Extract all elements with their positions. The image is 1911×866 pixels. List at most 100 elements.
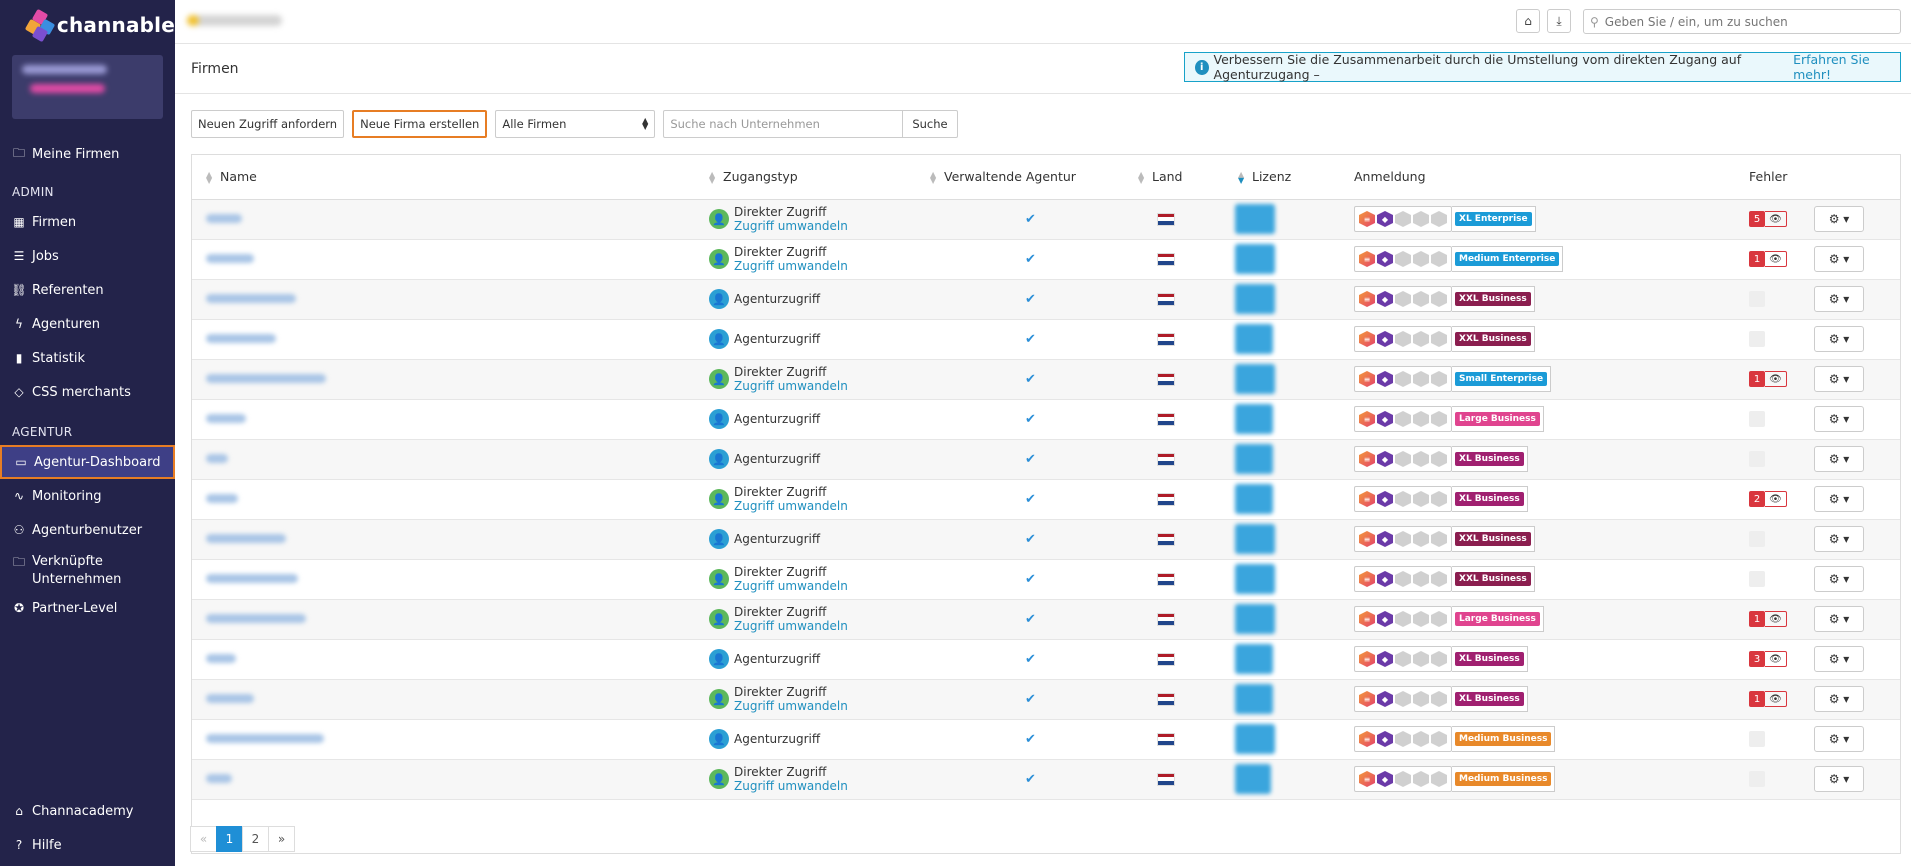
login-app-icons[interactable]: ≡ ◆	[1354, 526, 1452, 552]
login-app-icons[interactable]: ≡ ◆	[1354, 766, 1452, 792]
login-app-icons[interactable]: ≡ ◆	[1354, 326, 1452, 352]
pagination-page[interactable]: 2	[242, 826, 269, 852]
sidebar-item-partner-level[interactable]: ✪ Partner-Level	[0, 591, 175, 625]
error-count[interactable]: 3	[1749, 651, 1765, 667]
login-app-icons[interactable]: ≡ ◆	[1354, 366, 1452, 392]
home-button[interactable]: ⌂	[1516, 9, 1540, 33]
view-errors-eye-icon[interactable]: 👁	[1765, 251, 1787, 267]
sidebar-item-hilfe[interactable]: ? Hilfe	[0, 828, 175, 862]
error-count[interactable]: 1	[1749, 371, 1765, 387]
row-settings-button[interactable]: ⚙ ▾	[1814, 646, 1864, 672]
new-company-button[interactable]: Neue Firma erstellen	[352, 110, 488, 138]
sidebar-item-firmen[interactable]: ▦ Firmen	[0, 205, 175, 239]
view-errors-eye-icon[interactable]: 👁	[1765, 651, 1787, 667]
row-settings-button[interactable]: ⚙ ▾	[1814, 526, 1864, 552]
pagination-prev[interactable]: «	[190, 826, 217, 852]
company-name-link[interactable]	[206, 534, 286, 543]
error-count[interactable]: 5	[1749, 211, 1765, 227]
company-name-link[interactable]	[206, 454, 228, 463]
row-settings-button[interactable]: ⚙ ▾	[1814, 286, 1864, 312]
login-app-icons[interactable]: ≡ ◆	[1354, 646, 1452, 672]
row-settings-button[interactable]: ⚙ ▾	[1814, 246, 1864, 272]
sidebar-item-css-merchants[interactable]: ◇ CSS merchants	[0, 375, 175, 409]
row-settings-button[interactable]: ⚙ ▾	[1814, 446, 1864, 472]
login-app-icons[interactable]: ≡ ◆	[1354, 246, 1452, 272]
sidebar-item-agenturbenutzer[interactable]: ⚇ Agenturbenutzer	[0, 513, 175, 547]
banner-learn-more-link[interactable]: Erfahren Sie mehr!	[1793, 52, 1900, 82]
error-count[interactable]: 1	[1749, 251, 1765, 267]
error-count[interactable]: 1	[1749, 611, 1765, 627]
company-name-link[interactable]	[206, 374, 326, 383]
convert-access-link[interactable]: Zugriff umwandeln	[734, 259, 848, 273]
logo[interactable]: channable	[0, 0, 175, 50]
company-name-link[interactable]	[206, 614, 306, 623]
sidebar-item-monitoring[interactable]: ∿ Monitoring	[0, 479, 175, 513]
login-app-icons[interactable]: ≡ ◆	[1354, 686, 1452, 712]
view-errors-eye-icon[interactable]: 👁	[1765, 371, 1787, 387]
row-settings-button[interactable]: ⚙ ▾	[1814, 686, 1864, 712]
login-app-icons[interactable]: ≡ ◆	[1354, 206, 1452, 232]
company-filter-select[interactable]: Alle Firmen ▲ ▼	[495, 110, 656, 138]
sidebar-item-verknüpfte-unternehmen[interactable]: 🗀 Verknüpfte Unternehmen	[0, 547, 175, 591]
sidebar-item-agentur-dashboard[interactable]: ▭ Agentur-Dashboard	[0, 445, 175, 479]
pagination-next[interactable]: »	[268, 826, 295, 852]
company-name-link[interactable]	[206, 734, 324, 743]
request-access-button[interactable]: Neuen Zugriff anfordern	[191, 110, 345, 138]
sidebar-item-agenturen[interactable]: ϟ Agenturen	[0, 307, 175, 341]
error-count[interactable]: 2	[1749, 491, 1765, 507]
convert-access-link[interactable]: Zugriff umwandeln	[734, 379, 848, 393]
col-license[interactable]: ▲ ▼ Lizenz	[1231, 155, 1345, 200]
company-name-link[interactable]	[206, 774, 232, 783]
company-breadcrumb[interactable]	[187, 15, 282, 26]
company-search-input[interactable]: Suche nach Unternehmen	[663, 110, 904, 138]
company-name-link[interactable]	[206, 334, 276, 343]
sidebar-item-channacademy[interactable]: ⌂ Channacademy	[0, 794, 175, 828]
error-count[interactable]: 1	[1749, 691, 1765, 707]
row-settings-button[interactable]: ⚙ ▾	[1814, 566, 1864, 592]
login-app-icons[interactable]: ≡ ◆	[1354, 286, 1452, 312]
login-app-icons[interactable]: ≡ ◆	[1354, 486, 1452, 512]
convert-access-link[interactable]: Zugriff umwandeln	[734, 779, 848, 793]
sidebar-item-referenten[interactable]: ⛓ Referenten	[0, 273, 175, 307]
global-search[interactable]: ⚲	[1583, 9, 1901, 34]
convert-access-link[interactable]: Zugriff umwandeln	[734, 699, 848, 713]
col-access[interactable]: ▲ ▼ Zugangstyp	[704, 155, 930, 200]
login-app-icons[interactable]: ≡ ◆	[1354, 606, 1452, 632]
company-name-link[interactable]	[206, 494, 238, 503]
view-errors-eye-icon[interactable]: 👁	[1765, 691, 1787, 707]
view-errors-eye-icon[interactable]: 👁	[1765, 211, 1787, 227]
pagination-page[interactable]: 1	[216, 826, 243, 852]
row-settings-button[interactable]: ⚙ ▾	[1814, 606, 1864, 632]
company-name-link[interactable]	[206, 214, 242, 223]
company-name-link[interactable]	[206, 254, 254, 263]
view-errors-eye-icon[interactable]: 👁	[1765, 611, 1787, 627]
login-app-icons[interactable]: ≡ ◆	[1354, 406, 1452, 432]
company-name-link[interactable]	[206, 294, 296, 303]
view-errors-eye-icon[interactable]: 👁	[1765, 491, 1787, 507]
login-app-icons[interactable]: ≡ ◆	[1354, 726, 1452, 752]
company-name-link[interactable]	[206, 414, 246, 423]
login-app-icons[interactable]: ≡ ◆	[1354, 566, 1452, 592]
company-search-button[interactable]: Suche	[903, 110, 958, 138]
sidebar-item-statistik[interactable]: ▮ Statistik	[0, 341, 175, 375]
row-settings-button[interactable]: ⚙ ▾	[1814, 206, 1864, 232]
convert-access-link[interactable]: Zugriff umwandeln	[734, 219, 848, 233]
convert-access-link[interactable]: Zugriff umwandeln	[734, 619, 848, 633]
row-settings-button[interactable]: ⚙ ▾	[1814, 726, 1864, 752]
company-name-link[interactable]	[206, 574, 298, 583]
company-name-link[interactable]	[206, 654, 236, 663]
col-name[interactable]: ▲ ▼ Name	[192, 155, 704, 200]
convert-access-link[interactable]: Zugriff umwandeln	[734, 499, 848, 513]
row-settings-button[interactable]: ⚙ ▾	[1814, 486, 1864, 512]
col-country[interactable]: ▲ ▼ Land	[1131, 155, 1231, 200]
row-settings-button[interactable]: ⚙ ▾	[1814, 366, 1864, 392]
row-settings-button[interactable]: ⚙ ▾	[1814, 406, 1864, 432]
row-settings-button[interactable]: ⚙ ▾	[1814, 766, 1864, 792]
sidebar-item-meine-firmen[interactable]: 🗀 Meine Firmen	[0, 137, 175, 171]
global-search-input[interactable]	[1604, 14, 1885, 29]
login-app-icons[interactable]: ≡ ◆	[1354, 446, 1452, 472]
download-button[interactable]: ⤓	[1547, 9, 1571, 33]
convert-access-link[interactable]: Zugriff umwandeln	[734, 579, 848, 593]
row-settings-button[interactable]: ⚙ ▾	[1814, 326, 1864, 352]
company-name-link[interactable]	[206, 694, 254, 703]
